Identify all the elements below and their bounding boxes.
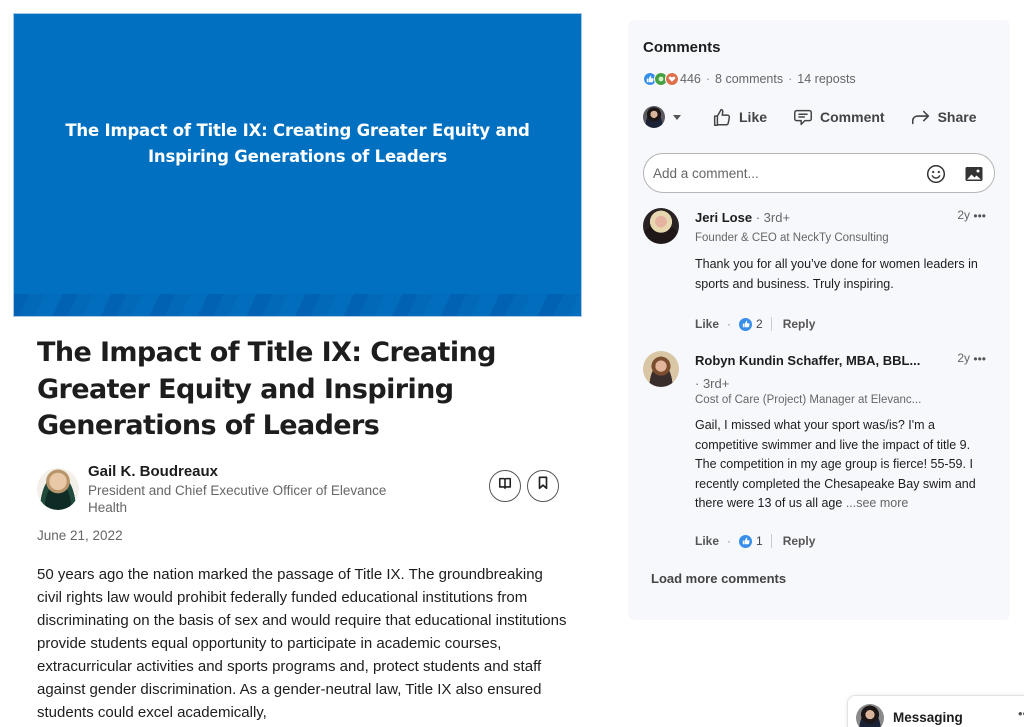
comment-body: Thank you for all you’ve done for women … [695,257,978,291]
comment-actions: Like · 2 Reply [695,317,815,331]
comment-body: Gail, I missed what your sport was/is? I… [695,418,976,510]
more-options-icon[interactable]: •• [1018,706,1024,721]
comment-button[interactable]: Comment [792,106,885,128]
actor-avatar[interactable] [643,106,665,128]
messaging-widget[interactable]: Messaging •• [847,695,1024,727]
reactions-count[interactable]: 446 [680,72,701,86]
publish-date: June 21, 2022 [37,527,123,543]
comment-timestamp: 2y [957,351,970,365]
separator: · [727,317,732,331]
author-name[interactable]: Gail K. Boudreaux [88,463,218,480]
divider [770,317,772,331]
save-article-button[interactable] [527,469,559,502]
commenter-avatar[interactable] [643,351,679,387]
article-body: 50 years ago the nation marked the passa… [37,565,567,721]
comment-like-button[interactable]: Like [695,317,719,331]
comment-input[interactable] [653,163,913,183]
share-button[interactable]: Share [910,106,977,128]
messaging-avatar [856,704,884,727]
share-label: Share [937,109,977,125]
separator: · [727,534,732,548]
social-counts: 446 · 8 comments · 14 reposts [643,72,856,86]
comment-timestamp: 2y [957,208,970,222]
reactions-stack[interactable] [643,72,679,86]
messaging-label: Messaging [893,710,963,725]
image-icon[interactable] [964,164,984,189]
cover-title: The Impact of Title IX: Creating Greater… [65,121,530,166]
like-reaction-icon [739,317,753,331]
cover-image: The Impact of Title IX: Creating Greater… [13,13,582,317]
separator: · [788,72,793,86]
commenter-name-text: Robyn Kundin Schaffer, MBA, BBL... [695,353,921,368]
comment-label: Comment [820,109,885,125]
emoji-icon[interactable] [926,164,946,189]
separator: · [705,72,711,86]
commenter-headline: Founder & CEO at NeckTy Consulting [695,232,889,244]
comments-count[interactable]: 8 comments [715,72,783,86]
connection-degree: · 3rd+ [695,376,730,391]
thumbs-up-icon [713,108,731,126]
book-open-icon [498,476,512,495]
commenter-name[interactable]: Robyn Kundin Schaffer, MBA, BBL... [695,353,920,368]
like-label: Like [739,109,768,125]
like-button[interactable]: Like [711,106,767,128]
love-reaction-icon [665,72,679,86]
bookmark-icon [537,476,549,495]
social-action-bar: Like Comment Share [643,106,977,128]
commenter-headline: Cost of Care (Project) Manager at Elevan… [695,394,922,406]
article: The Impact of Title IX: Creating Greater… [13,13,582,724]
cover-decorative-band [14,294,581,316]
reposts-count[interactable]: 14 reposts [797,72,855,86]
like-reaction-icon [739,534,753,548]
author-avatar[interactable] [37,467,79,510]
share-arrow-icon [911,110,929,125]
divider [770,534,772,548]
comment-item: Robyn Kundin Schaffer, MBA, BBL... · 3rd… [643,351,998,551]
caret-down-icon[interactable] [673,114,681,120]
comment-text: Thank you for all you’ve done for women … [695,255,987,294]
comment-like-count[interactable]: 2 [756,317,763,331]
commenter-avatar[interactable] [643,208,679,244]
comment-item: Jeri Lose · 3rd+ 2y ••• Founder & CEO at… [643,208,998,338]
comment-reply-button[interactable]: Reply [783,534,816,548]
commenter-name[interactable]: Jeri Lose · 3rd+ [695,210,790,225]
see-more-link[interactable]: ...see more [846,496,909,510]
more-options-icon[interactable]: ••• [973,352,986,366]
comment-composer [643,153,995,193]
connection-degree: · 3rd+ [755,210,791,225]
more-options-icon[interactable]: ••• [973,209,986,223]
comment-text: Gail, I missed what your sport was/is? I… [695,416,987,514]
read-mode-button[interactable] [489,469,521,502]
article-headline: The Impact of Title IX: Creating Greater… [37,337,496,441]
comment-like-button[interactable]: Like [695,534,719,548]
comment-icon [794,109,812,126]
load-more-comments-button[interactable]: Load more comments [651,571,786,586]
author-block: Gail K. Boudreaux President and Chief Ex… [13,463,582,525]
comment-actions: Like · 1 Reply [695,534,815,548]
commenter-name-text: Jeri Lose [695,210,753,225]
comments-title: Comments [643,39,721,56]
comment-reply-button[interactable]: Reply [783,317,816,331]
author-headline: President and Chief Executive Officer of… [88,482,387,515]
comments-panel: Comments 446 · 8 comments · 14 reposts L… [628,20,1010,620]
comment-like-count[interactable]: 1 [756,534,763,548]
